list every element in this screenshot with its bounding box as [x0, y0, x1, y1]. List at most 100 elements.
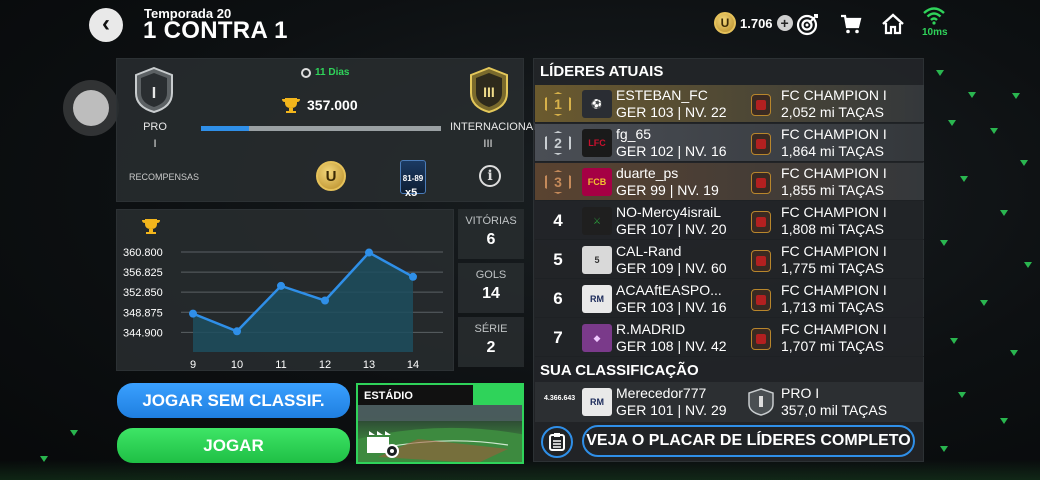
club-crest-icon: RM — [582, 388, 612, 416]
leaderboard-row[interactable]: 5 5 CAL-Rand GER 109 | NV. 60 FC CHAMPION I1… — [535, 241, 924, 279]
your-rank-title: SUA CLASSIFICAÇÃO — [540, 362, 699, 379]
player-name: R.MADRID — [616, 321, 686, 337]
store-cart-icon[interactable] — [838, 11, 864, 37]
stadium-settings-icon — [367, 431, 399, 458]
y-tick-label: 344.900 — [123, 327, 163, 339]
player-division: FC CHAMPION I — [781, 243, 887, 259]
chart-point — [321, 296, 329, 305]
trophies-icon — [282, 98, 300, 113]
info-icon[interactable]: i — [479, 165, 501, 187]
champion-division-badge-icon — [751, 289, 771, 311]
rank-position: 5 — [535, 241, 581, 279]
coin-icon: U — [714, 12, 736, 34]
home-icon[interactable] — [880, 11, 906, 37]
play-unranked-button[interactable]: JOGAR SEM CLASSIF. — [117, 383, 350, 418]
coin-balance[interactable]: U 1.706 + — [714, 12, 793, 34]
add-coins-icon[interactable]: + — [776, 15, 793, 31]
current-rank-level: I — [153, 138, 157, 150]
rank-medal-icon: 3 — [545, 170, 571, 194]
leaderboard-row[interactable]: 1 ⚽ ESTEBAN_FC GER 103 | NV. 22 FC CHAMPION … — [535, 85, 924, 123]
pro-division-badge-icon — [748, 388, 774, 416]
y-tick-label: 348.875 — [123, 307, 163, 319]
player-trophies: 1,707 mi TAÇAS — [781, 338, 884, 354]
division-progress-fill — [201, 126, 249, 131]
x-tick-label: 10 — [231, 359, 243, 371]
next-rank-label: INTERNACIONAL — [450, 121, 540, 133]
leaderboard-row[interactable]: 3 FCB duarte_ps GER 99 | NV. 19 FC CHAMPION … — [535, 163, 924, 201]
reward-player-pack[interactable]: 81-89 x5 — [400, 160, 426, 199]
back-button[interactable]: ‹ — [89, 8, 123, 42]
reward-pack-multiplier: x5 — [405, 187, 418, 199]
leaderboard-row[interactable]: 7 ◆ R.MADRID GER 108 | NV. 42 FC CHAMPION I1… — [535, 319, 924, 357]
stat-streak: SÉRIE 2 — [458, 317, 524, 367]
page-title: 1 CONTRA 1 — [143, 17, 288, 44]
stat-wins-value: 6 — [486, 231, 496, 248]
leaderboard-row[interactable]: 6 RM ACAAftEASPO... GER 103 | NV. 16 FC CHAM… — [535, 280, 924, 318]
player-division: FC CHAMPION I — [781, 282, 887, 298]
rank-number: 4 — [553, 211, 563, 230]
clipboard-icon[interactable] — [541, 426, 573, 458]
x-tick-label: 9 — [190, 359, 196, 371]
reward-coins-icon[interactable]: U — [316, 161, 346, 191]
floating-assist-button[interactable] — [63, 80, 119, 136]
player-stats: GER 109 | NV. 60 — [616, 260, 727, 276]
current-rank-badge-icon: I — [135, 67, 173, 113]
match-stats-panel: VITÓRIAS 6 GOLS 14 SÉRIE 2 — [458, 209, 524, 371]
chart-area-fill — [193, 252, 413, 352]
current-rank-label: PRO — [143, 121, 167, 133]
next-rank-badge-icon: III — [470, 67, 508, 113]
division-progress-panel: 11 Dias I PRO I III INTERNACIONAL III 35… — [116, 58, 540, 202]
leaderboard-row[interactable]: 4 ⚔ NO-Mercy4israiL GER 107 | NV. 20 FC CHAM… — [535, 202, 924, 240]
player-trophies: 1,808 mi TAÇAS — [781, 221, 884, 237]
your-rank-row[interactable]: 4.366.643 RM Merecedor777 GER 101 | NV. … — [535, 382, 924, 422]
season-timer: 11 Dias — [301, 67, 349, 78]
x-tick-label: 11 — [275, 359, 286, 371]
stadium-card[interactable]: ESTÁDIO — [356, 383, 524, 464]
wifi-icon — [922, 6, 946, 26]
rank-medal-number: 3 — [554, 174, 562, 190]
player-name: duarte_ps — [616, 165, 679, 181]
champion-division-badge-icon — [751, 94, 771, 116]
chart-point — [409, 272, 417, 281]
rank-position: 4 — [535, 202, 581, 240]
player-stats: GER 103 | NV. 22 — [616, 104, 727, 120]
player-name: ESTEBAN_FC — [616, 87, 708, 103]
player-name: CAL-Rand — [616, 243, 682, 259]
x-tick-label: 13 — [363, 359, 375, 371]
chart-canvas: 360.800 356.825 352.850 348.875 344.900 9 10 11… — [123, 247, 443, 371]
next-rank-level: III — [483, 138, 493, 150]
rank-medal-icon: 2 — [545, 131, 571, 155]
chart-point — [233, 327, 241, 336]
player-stats: GER 107 | NV. 20 — [616, 221, 727, 237]
player-division: FC CHAMPION I — [781, 87, 887, 103]
view-full-leaderboard-button[interactable]: VEJA O PLACAR DE LÍDERES COMPLETO — [582, 425, 915, 457]
club-crest-icon: ⚔ — [582, 207, 612, 235]
stat-wins: VITÓRIAS 6 — [458, 209, 524, 259]
your-player-name: Merecedor777 — [616, 385, 707, 401]
target-icon[interactable] — [795, 11, 821, 37]
player-stats: GER 103 | NV. 16 — [616, 299, 727, 315]
leaderboard-row[interactable]: 2 LFC fg_65 GER 102 | NV. 16 FC CHAMPION I 1,… — [535, 124, 924, 162]
next-rank-numeral: III — [483, 84, 495, 100]
rank-position: 6 — [535, 280, 581, 318]
champion-division-badge-icon — [751, 211, 771, 233]
club-crest-icon: RM — [582, 285, 612, 313]
rank-medal-icon: 1 — [545, 92, 571, 116]
club-crest-icon: LFC — [582, 129, 612, 157]
play-button[interactable]: JOGAR — [117, 428, 350, 463]
club-crest-icon: ⚽ — [582, 90, 612, 118]
rank-medal-number: 2 — [554, 135, 562, 151]
leaders-title: LÍDERES ATUAIS — [540, 63, 664, 80]
chevron-left-icon: ‹ — [102, 10, 110, 37]
rank-position: 3 — [535, 163, 581, 201]
club-crest-icon: 5 — [582, 246, 612, 274]
leaderboard-panel: LÍDERES ATUAIS 1 ⚽ ESTEBAN_FC GER 103 | NV.… — [533, 58, 924, 462]
player-name: NO-Mercy4israiL — [616, 204, 722, 220]
clock-icon — [301, 67, 311, 78]
current-rank-numeral: I — [152, 85, 156, 102]
reward-pack-range: 81-89 — [402, 174, 424, 183]
stat-goals: GOLS 14 — [458, 263, 524, 313]
rank-position: 1 — [535, 85, 581, 123]
timer-value: 11 Dias — [315, 67, 350, 78]
player-stats: GER 102 | NV. 16 — [616, 143, 727, 159]
